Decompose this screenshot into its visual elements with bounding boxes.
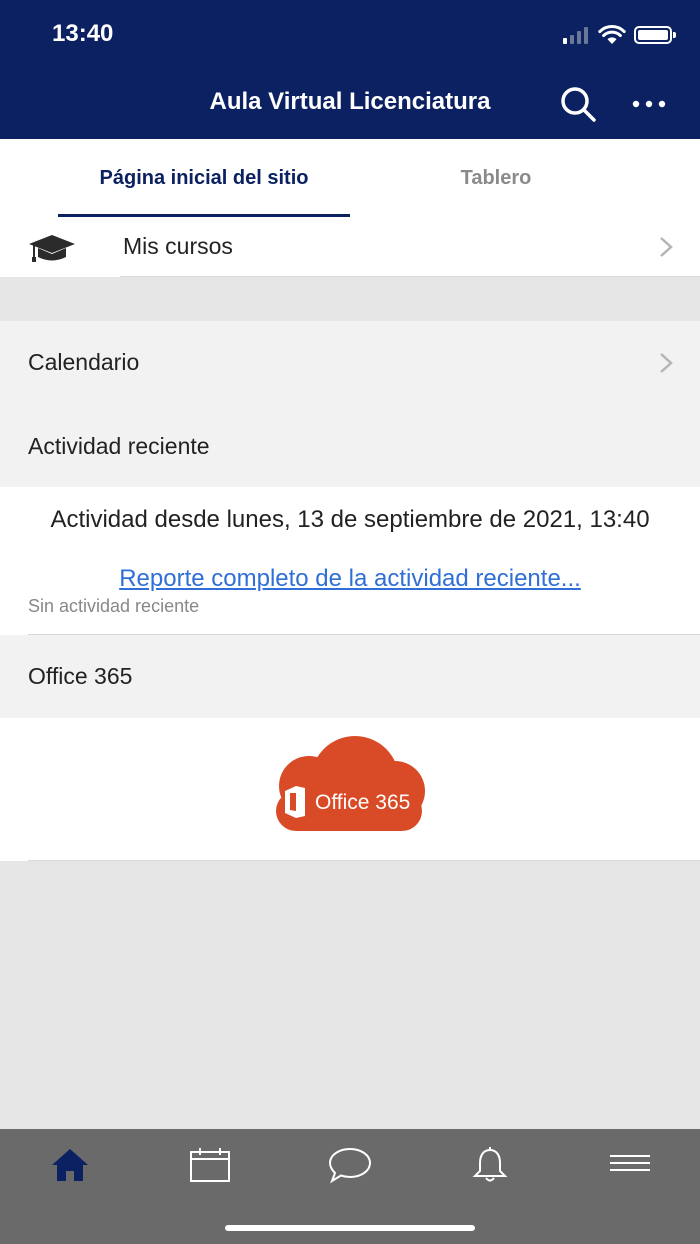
home-indicator — [225, 1225, 475, 1231]
divider — [28, 860, 700, 861]
status-time: 13:40 — [52, 20, 114, 47]
recent-activity-panel: Actividad desde lunes, 13 de septiembre … — [0, 487, 700, 635]
chevron-right-icon — [660, 237, 673, 257]
home-icon — [52, 1149, 88, 1181]
battery-icon — [634, 26, 676, 44]
activity-since-text: Actividad desde lunes, 13 de septiembre … — [50, 506, 650, 533]
calendar-label: Calendario — [28, 349, 140, 375]
menu-icon — [610, 1155, 650, 1171]
divider — [120, 276, 700, 277]
no-activity-text: Sin actividad reciente — [28, 596, 200, 616]
recent-activity-title: Actividad reciente — [28, 433, 210, 459]
wifi-icon — [598, 25, 626, 44]
chat-icon — [328, 1147, 372, 1184]
office-365-title: Office 365 — [28, 663, 133, 689]
calendar-icon — [190, 1148, 230, 1182]
chevron-right-icon — [660, 353, 673, 373]
bell-icon — [472, 1147, 508, 1182]
my-courses-label: Mis cursos — [123, 233, 233, 259]
my-courses-item[interactable]: Mis cursos — [0, 217, 700, 277]
bottom-navigation — [0, 1129, 700, 1244]
status-bar: 13:40 — [0, 0, 700, 70]
nav-messages-button[interactable] — [326, 1145, 374, 1185]
full-activity-report-link[interactable]: Reporte completo de la actividad recient… — [14, 565, 686, 593]
search-icon — [561, 87, 596, 122]
nav-calendar-button[interactable] — [186, 1145, 234, 1185]
calendar-item[interactable]: Calendario — [0, 321, 700, 405]
tab-dashboard[interactable]: Tablero — [350, 139, 642, 217]
tab-site-home[interactable]: Página inicial del sitio — [58, 139, 350, 217]
search-button[interactable] — [556, 84, 600, 124]
nav-menu-button[interactable] — [606, 1145, 654, 1185]
tab-bar: Página inicial del sitio Tablero — [0, 139, 700, 217]
svg-text:Office 365: Office 365 — [315, 791, 410, 814]
graduation-cap-icon — [29, 235, 75, 262]
office-365-panel: Office 365 — [0, 718, 700, 861]
signal-icon — [563, 26, 588, 44]
more-options-button[interactable] — [626, 84, 672, 124]
status-icons — [563, 22, 676, 48]
office-365-header: Office 365 — [0, 635, 700, 718]
nav-notifications-button[interactable] — [466, 1145, 514, 1185]
recent-activity-header: Actividad reciente — [0, 405, 700, 487]
nav-home-button[interactable] — [46, 1145, 94, 1185]
app-header: Aula Virtual Licenciatura — [0, 70, 700, 139]
more-icon — [632, 100, 666, 108]
office-365-logo[interactable]: Office 365 — [252, 735, 446, 835]
